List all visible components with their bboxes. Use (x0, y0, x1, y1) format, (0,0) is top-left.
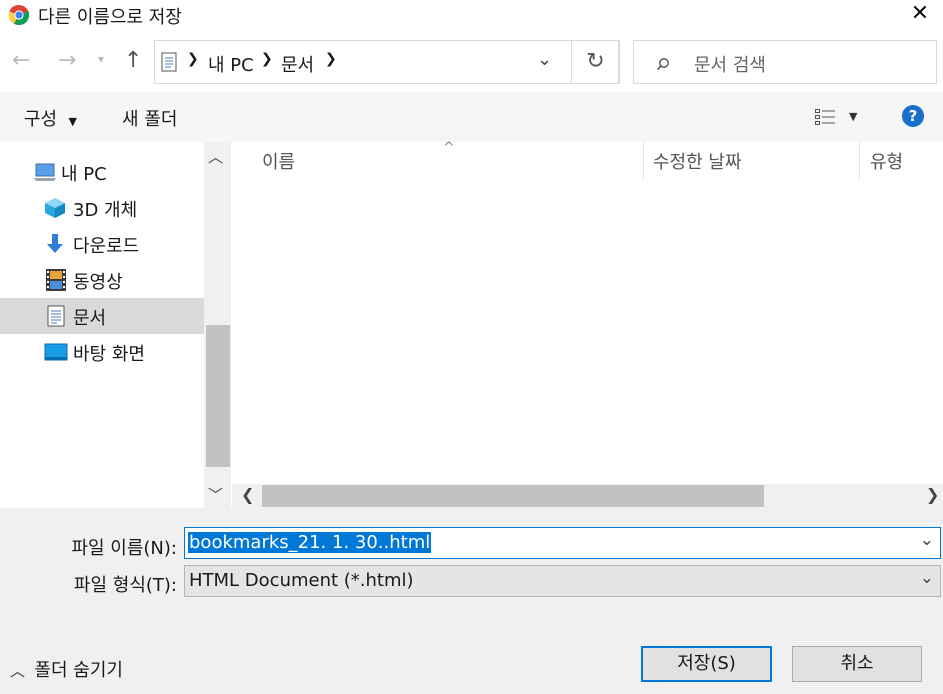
navigation-scrollbar-thumb[interactable] (206, 325, 230, 467)
organize-label: 구성 (24, 109, 58, 130)
navigation-pane: 내 PC 3D 개체 다운로드 동영상 문서 바탕 화면 (0, 142, 230, 508)
search-icon (657, 58, 669, 70)
refresh-icon: ↻ (586, 49, 605, 74)
view-options-icon[interactable] (814, 108, 836, 126)
column-header-date-modified[interactable]: 수정한 날짜 (653, 148, 742, 174)
filetype-select[interactable]: HTML Document (*.html) ⌄ (184, 565, 941, 597)
computer-icon (34, 163, 56, 181)
hide-folders-toggle[interactable]: ︿ 폴더 숨기기 (10, 656, 123, 682)
hide-folders-label: 폴더 숨기기 (34, 660, 123, 681)
sidebar-item-label: 내 PC (61, 164, 107, 185)
close-icon: ✕ (910, 1, 930, 26)
chevron-up-icon: ︿ (10, 662, 26, 680)
refresh-button[interactable]: ↻ (571, 40, 620, 84)
cube-icon (45, 198, 65, 218)
filename-label: 파일 이름(N): (71, 538, 177, 559)
sidebar-item-label: 3D 개체 (73, 200, 138, 221)
column-header-type[interactable]: 유형 (870, 148, 903, 174)
close-button[interactable]: ✕ (897, 0, 943, 30)
chrome-icon (8, 4, 30, 26)
title-bar: 다른 이름으로 저장 ✕ (0, 0, 943, 30)
help-icon: ? (908, 107, 918, 125)
column-divider[interactable] (643, 142, 644, 180)
filetype-value: HTML Document (*.html) (189, 570, 414, 591)
filetype-label: 파일 형식(T): (73, 575, 177, 596)
window-title: 다른 이름으로 저장 (38, 7, 182, 28)
save-label: 저장(S) (677, 653, 736, 674)
sort-ascending-icon: ^ (443, 140, 455, 156)
filename-field[interactable]: bookmarks_21. 1. 30..html ⌄ (184, 527, 941, 559)
filename-history-chevron-icon[interactable]: ⌄ (920, 530, 934, 550)
document-icon (161, 52, 177, 72)
breadcrumb-item-documents[interactable]: 문서 (281, 51, 314, 77)
new-folder-button[interactable]: 새 폴더 (122, 105, 177, 131)
sidebar-item-label: 문서 (73, 308, 107, 329)
save-button[interactable]: 저장(S) (641, 646, 772, 682)
breadcrumb-item-this-pc[interactable]: 내 PC (208, 51, 254, 77)
download-icon (47, 234, 63, 253)
sidebar-item-videos[interactable]: 동영상 (0, 262, 204, 298)
filename-value: bookmarks_21. 1. 30..html (188, 532, 432, 553)
view-dropdown-arrow-icon[interactable]: ▼ (849, 110, 857, 123)
up-icon[interactable]: ↑ (124, 48, 142, 73)
file-list-header: ^ 이름 수정한 날짜 유형 (232, 140, 943, 180)
address-history-chevron-icon[interactable]: ⌄ (537, 49, 552, 70)
sidebar-item-documents[interactable]: 문서 (0, 298, 204, 334)
address-bar[interactable]: ❯ 내 PC ❯ 문서 ❯ ⌄ (154, 40, 619, 84)
breadcrumb-separator-icon[interactable]: ❯ (325, 51, 337, 67)
recent-locations-chevron-icon[interactable]: ▾ (98, 52, 104, 66)
forward-icon[interactable]: → (58, 48, 76, 73)
scroll-right-icon[interactable]: ❯ (926, 485, 939, 504)
command-bar: 구성 ▼ 새 폴더 ▼ ? (0, 92, 943, 142)
cancel-label: 취소 (840, 653, 874, 674)
scroll-down-icon[interactable]: ﹀ (208, 484, 223, 505)
dropdown-arrow-icon: ▼ (68, 115, 77, 128)
search-box[interactable]: 문서 검색 (633, 40, 937, 84)
sidebar-item-label: 바탕 화면 (73, 344, 145, 365)
search-placeholder: 문서 검색 (694, 55, 766, 76)
filetype-chevron-icon: ⌄ (919, 568, 934, 588)
sidebar-item-label: 동영상 (73, 272, 123, 293)
help-button[interactable]: ? (902, 105, 924, 127)
column-header-name[interactable]: 이름 (262, 148, 295, 174)
sidebar-item-downloads[interactable]: 다운로드 (0, 226, 204, 262)
sidebar-item-label: 다운로드 (73, 236, 140, 257)
scroll-up-icon[interactable]: ︿ (208, 146, 223, 167)
horizontal-scrollbar-thumb[interactable] (262, 485, 764, 507)
sidebar-item-3d-objects[interactable]: 3D 개체 (0, 190, 204, 226)
document-icon (47, 305, 65, 327)
sidebar-item-desktop[interactable]: 바탕 화면 (0, 334, 204, 370)
desktop-icon (44, 343, 68, 361)
back-icon[interactable]: ← (12, 48, 30, 73)
video-icon (46, 269, 66, 291)
file-list-area[interactable] (232, 180, 943, 484)
organize-button[interactable]: 구성 ▼ (24, 105, 77, 131)
sidebar-item-this-pc[interactable]: 내 PC (0, 154, 204, 190)
breadcrumb-separator-icon[interactable]: ❯ (261, 51, 273, 67)
scroll-left-icon[interactable]: ❮ (241, 485, 254, 504)
breadcrumb-separator-icon: ❯ (187, 51, 199, 67)
column-divider[interactable] (859, 142, 860, 180)
cancel-button[interactable]: 취소 (792, 646, 922, 682)
